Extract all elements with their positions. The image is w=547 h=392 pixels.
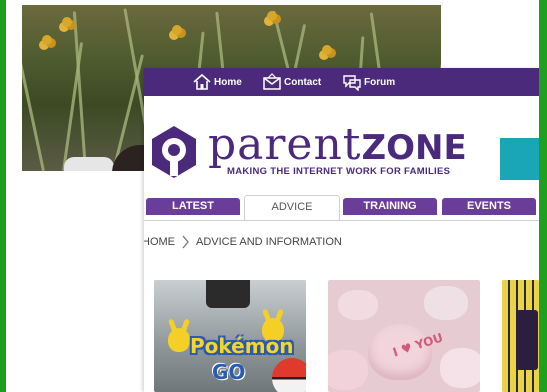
- house-icon: [193, 73, 211, 90]
- parentzone-logo-icon[interactable]: [148, 124, 200, 182]
- logo-word-parent: parent: [208, 119, 362, 170]
- nav-home-label: Home: [214, 76, 242, 88]
- go-logo-text: GO: [212, 360, 246, 384]
- candy-heart: [424, 286, 468, 320]
- tab-advice[interactable]: ADVICE: [244, 195, 340, 221]
- pikachu-figure: [168, 318, 190, 352]
- person-shirt: [64, 157, 114, 171]
- candy-heart: [338, 290, 378, 320]
- tab-training[interactable]: TRAINING: [343, 198, 437, 215]
- nav-contact-label: Contact: [284, 76, 322, 88]
- pokemon-logo-text: Pokémon: [190, 334, 294, 358]
- teal-banner-edge: [500, 138, 539, 180]
- tab-events[interactable]: EVENTS: [442, 198, 536, 215]
- top-navigation-bar: Home Contact Forum: [144, 68, 539, 96]
- envelope-icon: [263, 73, 281, 90]
- article-card-candy[interactable]: I ♥ YOU: [328, 280, 480, 392]
- logo-tagline: MAKING THE INTERNET WORK FOR FAMILIES: [227, 166, 451, 177]
- phone-ui-shape: [516, 310, 538, 370]
- pokeball-icon: [272, 358, 306, 392]
- candy-heart: [440, 348, 480, 388]
- nav-forum-label: Forum: [364, 76, 396, 88]
- breadcrumb: HOME ADVICE AND INFORMATION: [144, 234, 342, 250]
- tab-underline: [144, 220, 539, 221]
- breadcrumb-current[interactable]: ADVICE AND INFORMATION: [196, 236, 342, 248]
- logo-word-zone: ZONE: [361, 128, 467, 168]
- phone-shape: [206, 280, 250, 308]
- breadcrumb-home[interactable]: HOME: [144, 236, 175, 248]
- nav-contact-link[interactable]: Contact: [262, 73, 321, 91]
- article-card-partial[interactable]: [502, 280, 539, 392]
- parentzone-website: Home Contact Forum parentZONE MAKING THE…: [144, 68, 539, 392]
- section-tabs: LATEST ADVICE TRAINING EVENTS: [144, 195, 539, 227]
- right-green-stripe: [539, 0, 547, 392]
- speech-bubbles-icon: [343, 75, 361, 91]
- nav-forum-link[interactable]: Forum: [342, 73, 395, 91]
- candy-heart: [328, 350, 368, 390]
- chevron-right-icon: [182, 235, 189, 249]
- tab-latest[interactable]: LATEST: [146, 198, 240, 215]
- left-border-gap: [6, 0, 9, 392]
- article-card-pokemon[interactable]: Pokémon GO: [154, 280, 306, 392]
- nav-home-link[interactable]: Home: [192, 73, 242, 91]
